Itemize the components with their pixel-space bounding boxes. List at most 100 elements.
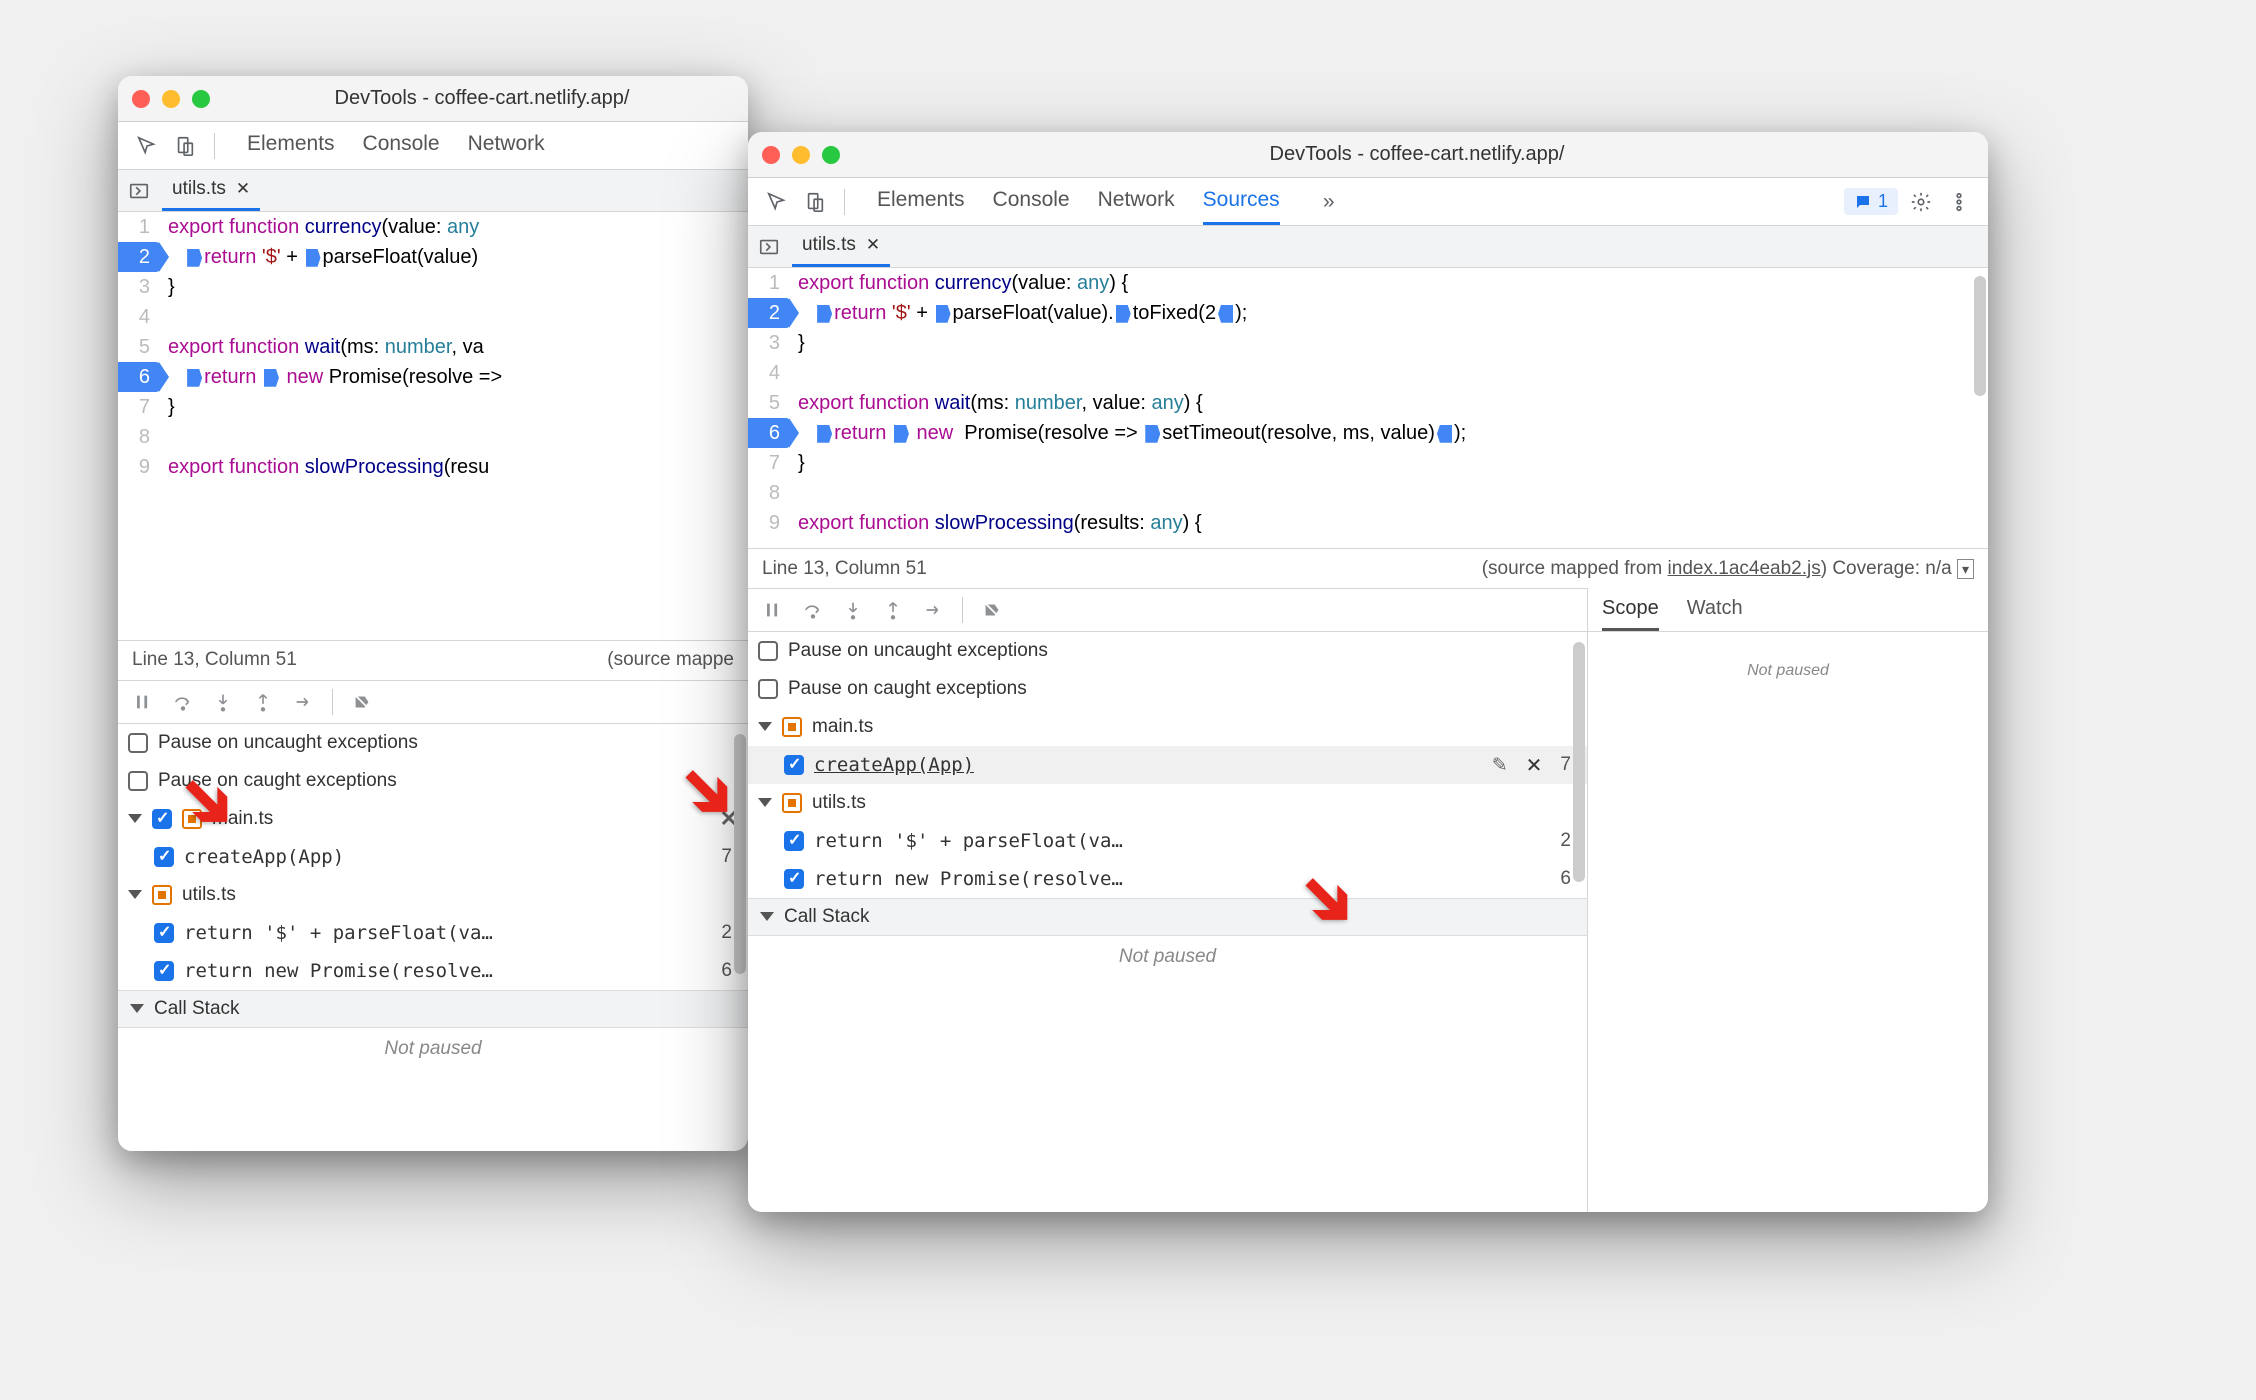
main-toolbar: Elements Console Network Sources » 1 [748,178,1988,226]
bp-file-name: main.ts [812,716,873,738]
divider [962,597,963,623]
checkbox[interactable] [784,831,804,851]
maximize-window-button[interactable] [822,146,840,164]
cursor-position: Line 13, Column 51 [132,649,297,671]
minimize-window-button[interactable] [162,90,180,108]
step-into-icon[interactable] [836,595,870,625]
bp-file-row[interactable]: utils.ts [118,876,748,914]
file-tab[interactable]: utils.ts ✕ [162,170,260,211]
code-editor[interactable]: 1export function currency(value: any) { … [748,268,1988,548]
checkbox[interactable] [128,771,148,791]
divider [332,689,333,715]
window-title: DevTools - coffee-cart.netlify.app/ [860,143,1974,166]
scrollbar[interactable] [1974,276,1986,396]
status-bar: Line 13, Column 51 (source mappe [118,640,748,680]
file-icon [782,717,802,737]
bp-item-row[interactable]: return '$' + parseFloat(va…2 [118,914,748,952]
close-window-button[interactable] [762,146,780,164]
bp-label: return '$' + parseFloat(va… [184,922,493,944]
tab-sources[interactable]: Sources [1203,178,1280,225]
tab-network[interactable]: Network [1098,178,1175,225]
tab-scope[interactable]: Scope [1602,588,1659,631]
file-tab[interactable]: utils.ts ✕ [792,226,890,267]
tab-elements[interactable]: Elements [247,122,335,169]
step-out-icon[interactable] [246,687,280,717]
bp-item-row[interactable]: createApp(App)✎✕7 [748,746,1587,784]
inspect-icon[interactable] [762,187,792,217]
edit-icon[interactable]: ✎ [1492,754,1508,777]
scrollbar[interactable] [1573,642,1585,882]
pause-uncaught-row[interactable]: Pause on uncaught exceptions [748,632,1587,670]
expand-icon[interactable] [128,890,142,906]
bp-item-row[interactable]: return new Promise(resolve…6 [118,952,748,990]
step-over-icon[interactable] [166,687,200,717]
deactivate-breakpoints-icon[interactable] [975,595,1009,625]
pause-caught-row[interactable]: Pause on caught exceptions [748,670,1587,708]
checkbox[interactable] [784,755,804,775]
step-into-icon[interactable] [206,687,240,717]
navigator-toggle-icon[interactable] [124,176,154,206]
tab-watch[interactable]: Watch [1687,588,1743,631]
step-icon[interactable] [916,595,950,625]
expand-icon[interactable] [760,912,774,928]
expand-icon[interactable] [758,798,772,814]
close-window-button[interactable] [132,90,150,108]
step-icon[interactable] [286,687,320,717]
source-map-info: (source mappe [607,649,734,671]
checkbox[interactable] [154,961,174,981]
bp-file-name: utils.ts [812,792,866,814]
checkbox[interactable] [758,641,778,661]
close-tab-icon[interactable]: ✕ [866,235,880,255]
devtools-window-a: DevTools - coffee-cart.netlify.app/ Elem… [118,76,748,1151]
settings-icon[interactable] [1906,187,1936,217]
step-out-icon[interactable] [876,595,910,625]
close-tab-icon[interactable]: ✕ [236,179,250,199]
checkbox[interactable] [154,847,174,867]
code-editor[interactable]: 1export function currency(value: any 2 r… [118,212,748,640]
more-tabs-icon[interactable]: » [1314,187,1344,217]
pause-icon[interactable] [756,595,790,625]
kebab-icon[interactable] [1944,187,1974,217]
deactivate-breakpoints-icon[interactable] [345,687,379,717]
callstack-section[interactable]: Call Stack [748,898,1587,936]
checkbox[interactable] [154,923,174,943]
tab-elements[interactable]: Elements [877,178,965,225]
breakpoints-panel: Pause on uncaught exceptions Pause on ca… [748,632,1587,1212]
file-tabbar: utils.ts ✕ [118,170,748,212]
expand-icon[interactable] [130,1004,144,1020]
remove-icon[interactable]: ✕ [1526,753,1543,778]
expand-icon[interactable] [128,814,142,830]
source-map-info: (source mapped from index.1ac4eab2.js) C… [1482,558,1974,580]
bp-label: return new Promise(resolve… [184,960,493,982]
inspect-icon[interactable] [132,131,162,161]
debugger-toolbar [748,588,1587,632]
bp-item-row[interactable]: return new Promise(resolve…6 [748,860,1587,898]
tab-console[interactable]: Console [993,178,1070,225]
checkbox[interactable] [758,679,778,699]
callstack-section[interactable]: Call Stack [118,990,748,1028]
maximize-window-button[interactable] [192,90,210,108]
expand-icon[interactable] [758,722,772,738]
main-toolbar: Elements Console Network [118,122,748,170]
titlebar: DevTools - coffee-cart.netlify.app/ [748,132,1988,178]
bp-label[interactable]: createApp(App) [814,754,974,776]
tab-network[interactable]: Network [468,122,545,169]
step-over-icon[interactable] [796,595,830,625]
file-icon [152,885,172,905]
device-icon[interactable] [170,131,200,161]
bp-file-row[interactable]: utils.ts [748,784,1587,822]
bp-item-row[interactable]: createApp(App)7 [118,838,748,876]
status-bar: Line 13, Column 51 (source mapped from i… [748,548,1988,588]
device-icon[interactable] [800,187,830,217]
tab-console[interactable]: Console [363,122,440,169]
minimize-window-button[interactable] [792,146,810,164]
checkbox[interactable] [128,733,148,753]
pause-icon[interactable] [126,687,160,717]
file-icon [782,793,802,813]
bp-item-row[interactable]: return '$' + parseFloat(va…2 [748,822,1587,860]
titlebar: DevTools - coffee-cart.netlify.app/ [118,76,748,122]
issues-button[interactable]: 1 [1844,188,1898,215]
checkbox[interactable] [784,869,804,889]
navigator-toggle-icon[interactable] [754,232,784,262]
bp-file-row[interactable]: main.ts [748,708,1587,746]
